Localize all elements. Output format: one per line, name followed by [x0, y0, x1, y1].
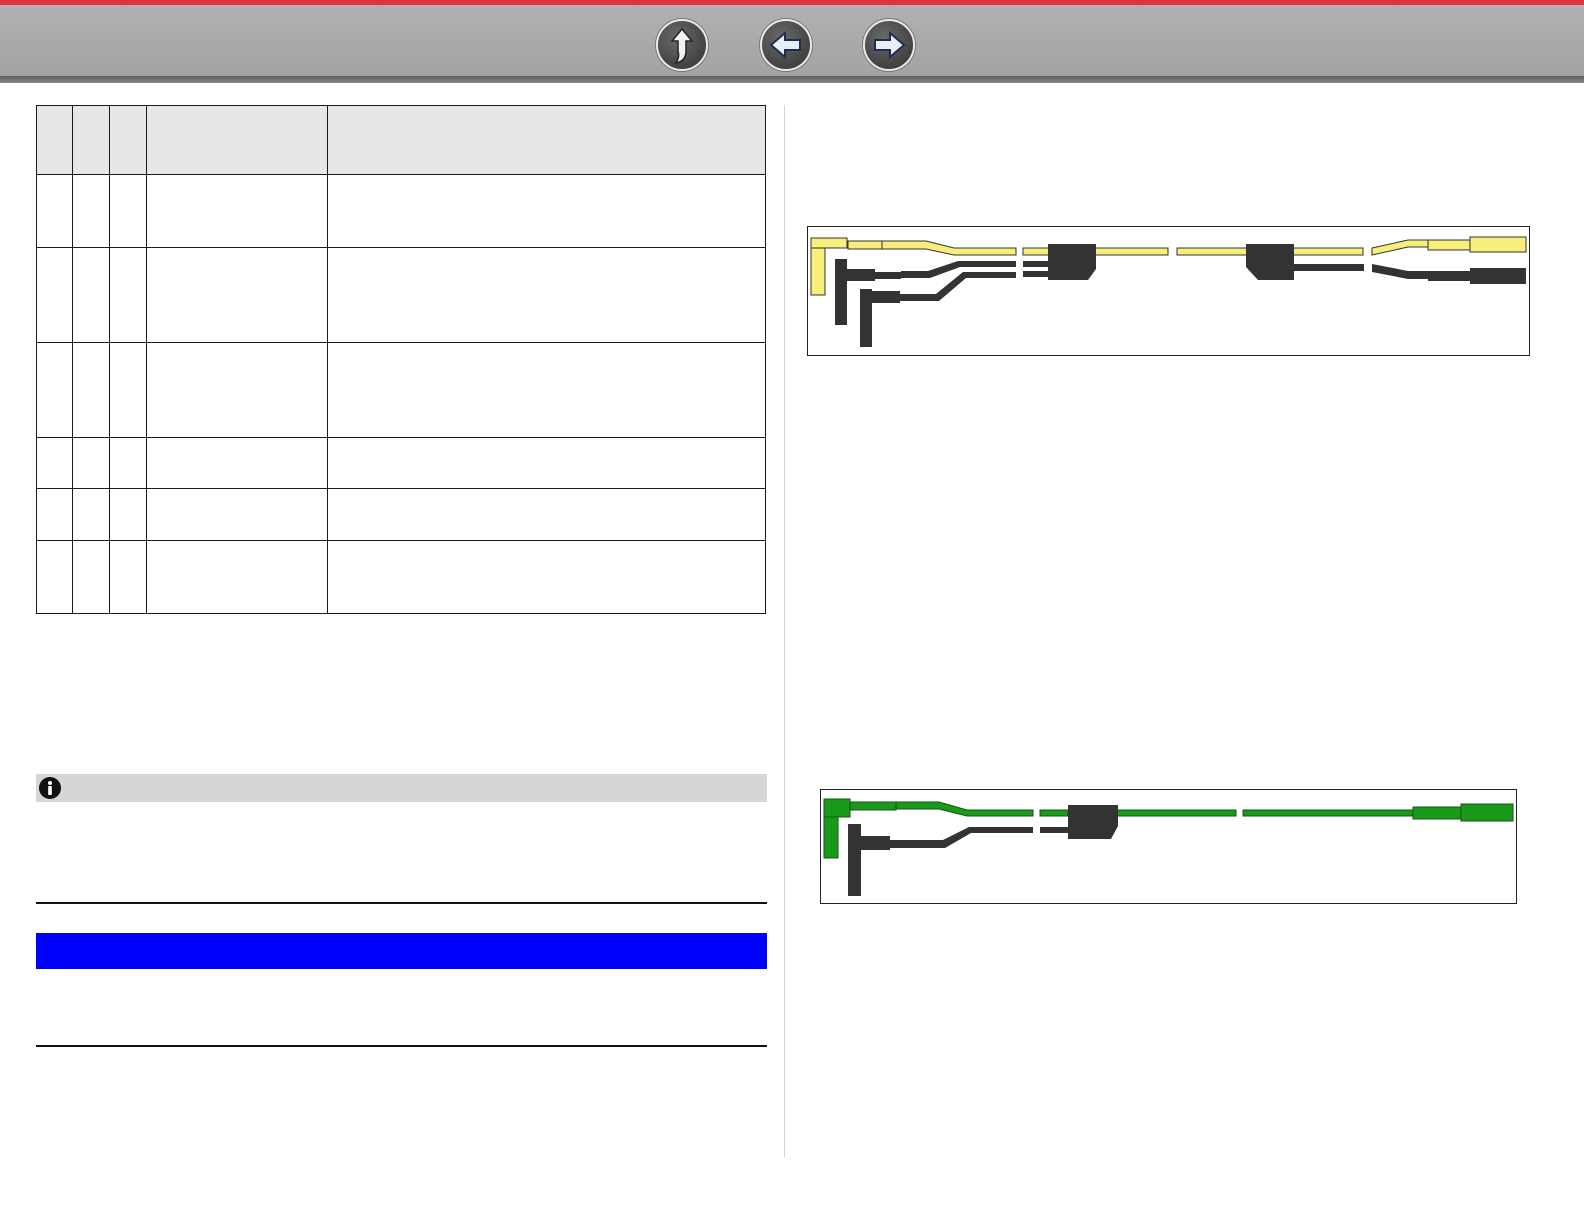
- test-lead-illustration: [810, 236, 1527, 347]
- table-cell: [72, 174, 110, 248]
- table-cell: [36, 540, 73, 614]
- table-header-cell: [146, 105, 328, 175]
- section-rule-bottom: [36, 1045, 767, 1047]
- table-cell: [327, 540, 766, 614]
- yellow-black-test-lead-figure: [807, 226, 1530, 356]
- table-cell: [109, 437, 147, 489]
- table-cell: [109, 247, 147, 343]
- test-lead-illustration: [823, 798, 1514, 896]
- table-cell: [327, 247, 766, 343]
- toolbar-shadow: [0, 76, 1584, 83]
- table-cell: [327, 174, 766, 248]
- forward-button[interactable]: [863, 19, 915, 71]
- table-header-cell: [36, 105, 73, 175]
- table-row: [36, 437, 766, 489]
- table-cell: [72, 342, 110, 438]
- table-header-cell: [327, 105, 766, 175]
- table-cell: [72, 437, 110, 489]
- table-cell: [146, 174, 328, 248]
- table-row: [36, 342, 766, 438]
- table-row: [36, 174, 766, 248]
- green-black-test-lead-figure: [820, 789, 1517, 904]
- note-bar: [36, 774, 767, 802]
- table-cell: [146, 342, 328, 438]
- table-header-row: [36, 105, 766, 175]
- left-arrow-icon: [769, 30, 801, 60]
- specification-table: [36, 105, 766, 614]
- up-button[interactable]: [656, 19, 708, 71]
- table-cell: [36, 247, 73, 343]
- table-cell: [146, 437, 328, 489]
- table-cell: [72, 488, 110, 541]
- table-header-cell: [109, 105, 147, 175]
- right-arrow-icon: [874, 30, 906, 60]
- column-divider: [784, 105, 785, 1157]
- section-rule-top: [36, 902, 767, 904]
- info-icon: [39, 777, 61, 799]
- table-row: [36, 540, 766, 614]
- navigation-toolbar: [0, 5, 1584, 76]
- section-heading-bar: [36, 933, 767, 969]
- table-row: [36, 488, 766, 541]
- table-cell: [36, 174, 73, 248]
- table-cell: [327, 488, 766, 541]
- table-cell: [72, 247, 110, 343]
- table-cell: [109, 488, 147, 541]
- table-cell: [72, 540, 110, 614]
- table-row: [36, 247, 766, 343]
- back-button[interactable]: [760, 19, 812, 71]
- table-cell: [36, 437, 73, 489]
- up-arrow-icon: [670, 27, 694, 65]
- table-header-cell: [72, 105, 110, 175]
- table-cell: [146, 247, 328, 343]
- table-cell: [327, 342, 766, 438]
- table-cell: [36, 342, 73, 438]
- table-cell: [109, 174, 147, 248]
- table-cell: [146, 540, 328, 614]
- table-cell: [327, 437, 766, 489]
- table-cell: [109, 540, 147, 614]
- table-cell: [36, 488, 73, 541]
- table-cell: [146, 488, 328, 541]
- table-cell: [109, 342, 147, 438]
